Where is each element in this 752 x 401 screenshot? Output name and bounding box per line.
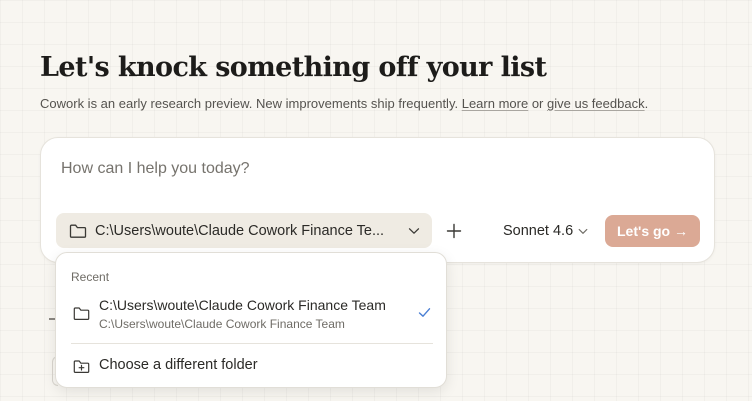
feedback-link[interactable]: give us feedback (547, 96, 645, 111)
learn-more-link[interactable]: Learn more (462, 96, 528, 111)
subtitle-or-text: or (528, 96, 547, 111)
chevron-down-icon (408, 227, 420, 234)
chevron-down-icon (578, 228, 588, 234)
subtitle-period: . (644, 96, 649, 111)
recent-folder-path: C:\Users\woute\Claude Cowork Finance Tea… (99, 317, 345, 331)
choose-folder-item[interactable]: Choose a different folder (56, 353, 446, 379)
recent-section-label: Recent (71, 270, 110, 284)
page-title: Let's knock something off your list (40, 52, 547, 83)
subtitle-text: Cowork is an early research preview. New… (40, 96, 462, 111)
check-icon (418, 308, 431, 317)
folder-selector[interactable]: C:\Users\woute\Claude Cowork Finance Te.… (56, 213, 432, 248)
composer-card: How can I help you today? C:\Users\woute… (40, 137, 715, 263)
folder-icon (69, 224, 87, 238)
menu-divider (71, 343, 433, 344)
recent-folder-item[interactable]: C:\Users\woute\Claude Cowork Finance Tea… (56, 293, 446, 333)
recent-folder-name: C:\Users\woute\Claude Cowork Finance Tea… (99, 297, 386, 313)
folder-plus-icon (73, 360, 90, 373)
model-selector-label: Sonnet 4.6 (503, 223, 574, 239)
lets-go-button[interactable]: Let's go → (605, 215, 700, 247)
choose-folder-label: Choose a different folder (99, 357, 258, 373)
add-attachment-button[interactable] (443, 220, 465, 242)
folder-selector-label: C:\Users\woute\Claude Cowork Finance Te.… (95, 222, 385, 239)
model-selector[interactable]: Sonnet 4.6 (503, 220, 588, 242)
folder-dropdown-menu: Recent C:\Users\woute\Claude Cowork Fina… (55, 252, 447, 388)
page-subtitle: Cowork is an early research preview. New… (40, 96, 648, 111)
prompt-input[interactable]: How can I help you today? (61, 160, 250, 178)
plus-icon (446, 223, 462, 239)
folder-icon (73, 307, 90, 320)
